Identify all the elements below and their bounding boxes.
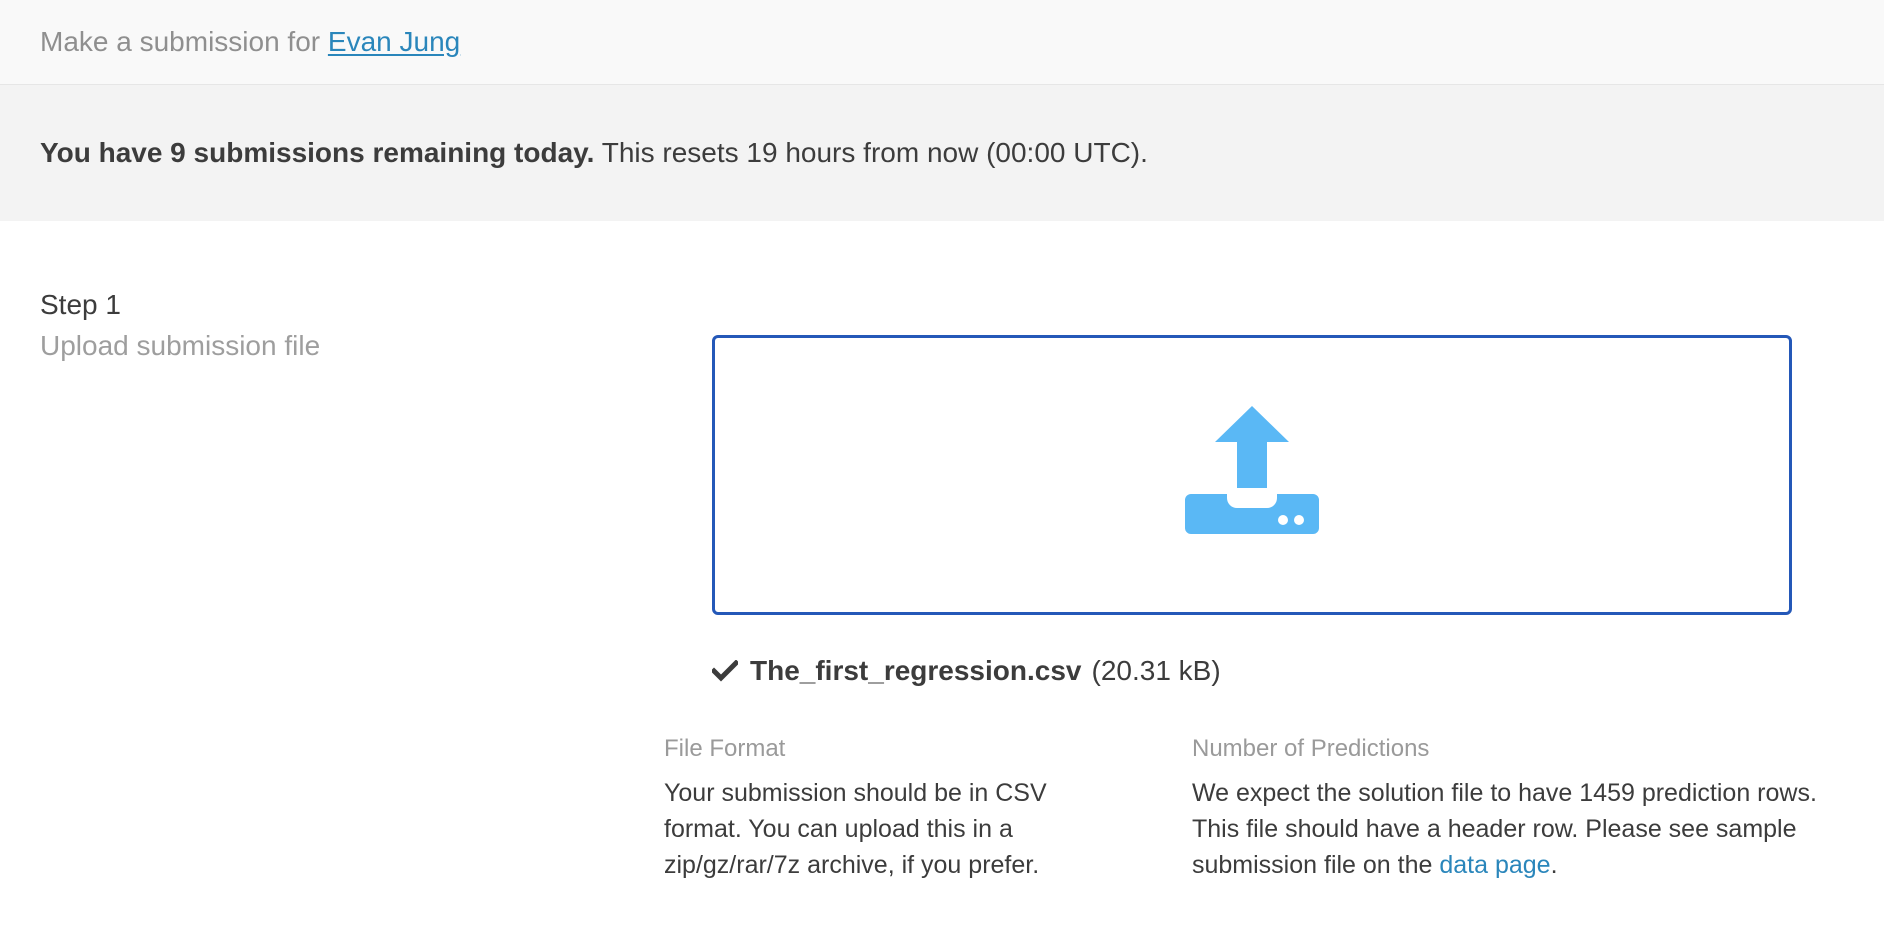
predictions-body: We expect the solution file to have 1459… <box>1192 775 1852 883</box>
file-format-title: File Format <box>664 735 786 762</box>
notice-reset-text: This resets 19 hours from now (00:00 UTC… <box>594 137 1148 168</box>
upload-tray-icon <box>1185 406 1319 534</box>
file-name: The_first_regression.csv <box>750 655 1082 686</box>
notice-text: You have 9 submissions remaining today. … <box>40 137 1148 169</box>
uploaded-file: The_first_regression.csv (20.31 kB) <box>712 655 1221 687</box>
file-size: (20.31 kB) <box>1091 655 1221 686</box>
submission-header: Make a submission for Evan Jung <box>0 0 1884 85</box>
predictions-title: Number of Predictions <box>1192 735 1430 762</box>
main-content: Step 1 Upload submission file The_first_… <box>0 221 1884 940</box>
user-link[interactable]: Evan Jung <box>328 26 460 57</box>
predictions-info: Number of Predictions We expect the solu… <box>1192 735 1852 883</box>
file-format-body: Your submission should be in CSV format.… <box>664 779 1047 879</box>
file-format-info: File Format Your submission should be in… <box>664 735 1104 883</box>
predictions-body-suffix: . <box>1550 851 1558 879</box>
header-prefix: Make a submission for <box>40 26 328 57</box>
step-title: Step 1 <box>40 289 121 320</box>
submissions-remaining-notice: You have 9 submissions remaining today. … <box>0 85 1884 221</box>
step-subtitle: Upload submission file <box>40 330 321 361</box>
header-text: Make a submission for Evan Jung <box>40 26 460 58</box>
check-icon <box>712 660 738 682</box>
notice-strong-text: You have 9 submissions remaining today. <box>40 137 595 168</box>
data-page-link[interactable]: data page <box>1439 851 1550 879</box>
file-upload-dropzone[interactable] <box>712 335 1792 615</box>
